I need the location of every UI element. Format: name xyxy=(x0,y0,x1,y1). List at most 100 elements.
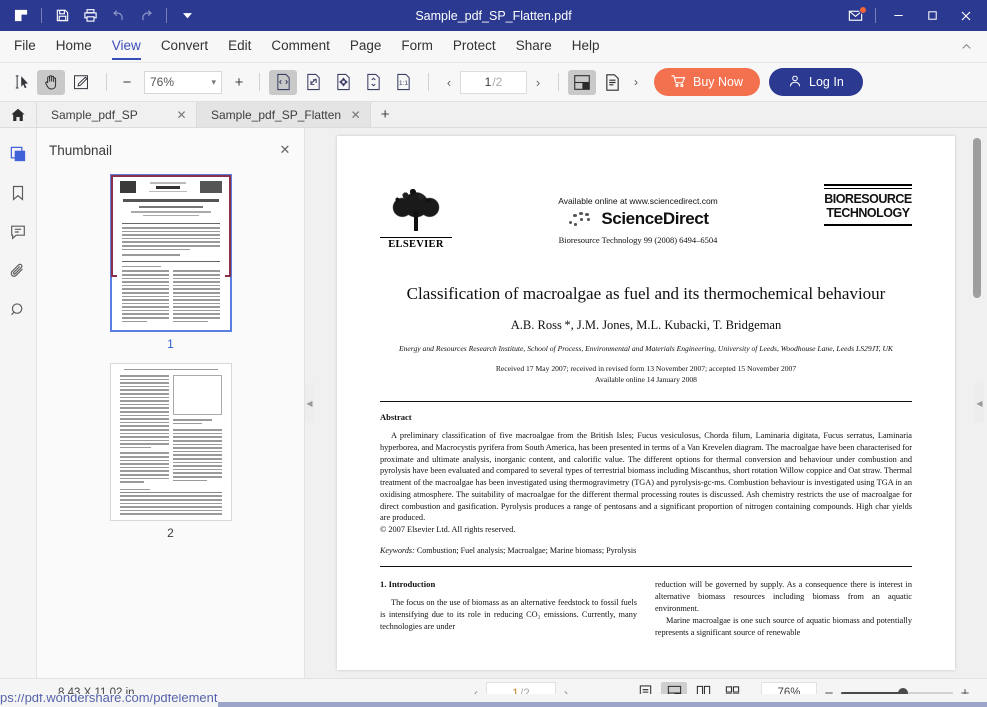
status-next-page-button[interactable]: › xyxy=(556,682,576,704)
fit-visible-icon[interactable] xyxy=(329,70,357,95)
journal-citation: Bioresource Technology 99 (2008) 6494–65… xyxy=(558,235,718,245)
close-icon[interactable]: ✕ xyxy=(173,106,190,123)
menu-comment[interactable]: Comment xyxy=(271,31,330,63)
status-zoom-value[interactable]: 76% xyxy=(761,682,817,704)
maximize-button[interactable] xyxy=(915,0,949,31)
zoom-level-select[interactable]: 76% ▾ xyxy=(144,70,222,94)
grid-view-icon[interactable] xyxy=(719,682,745,705)
article-authors: A.B. Ross *, J.M. Jones, M.L. Kubacki, T… xyxy=(510,318,782,332)
thumbnail-icon[interactable] xyxy=(5,142,31,166)
thumbnail-preview xyxy=(116,181,225,325)
elsevier-label: ELSEVIER xyxy=(380,237,452,250)
window-controls xyxy=(840,0,987,31)
select-text-icon[interactable] xyxy=(10,70,35,95)
single-page-icon[interactable] xyxy=(598,70,626,95)
facing-view-icon[interactable] xyxy=(661,681,687,705)
minimize-button[interactable] xyxy=(881,0,915,31)
buy-now-button[interactable]: Buy Now xyxy=(654,68,761,96)
page-number-input[interactable]: 1 /2 xyxy=(460,70,527,94)
new-tab-button[interactable]: + xyxy=(371,102,399,127)
two-page-view-icon[interactable] xyxy=(690,682,716,705)
print-icon[interactable] xyxy=(77,4,103,28)
article-affiliation: Energy and Resources Research Institute,… xyxy=(398,344,893,353)
mini-title xyxy=(122,199,219,202)
menu-help[interactable]: Help xyxy=(572,31,600,63)
chevron-up-icon[interactable] xyxy=(960,40,973,53)
bioresource-technology-logo: BIORESOURCE TECHNOLOGY xyxy=(823,184,912,226)
status-page-input[interactable]: 1 /2 xyxy=(486,682,556,704)
zoom-in-button[interactable]: + xyxy=(228,71,250,93)
thumbnail-page-1[interactable] xyxy=(109,174,232,332)
journal-name-line1: BIORESOURCE xyxy=(824,192,912,207)
fit-width-icon[interactable] xyxy=(269,69,297,95)
fit-page-icon[interactable] xyxy=(299,70,327,95)
menu-share[interactable]: Share xyxy=(516,31,552,63)
zoom-slider-knob[interactable] xyxy=(898,688,908,698)
mini-authors xyxy=(138,206,203,208)
thumbnail-list[interactable]: 1 2 xyxy=(37,166,304,678)
document-viewer[interactable]: ELSEVIER Available online at www.science… xyxy=(305,128,987,678)
article-received-dates: Received 17 May 2007; received in revise… xyxy=(495,364,797,373)
status-zoom-in-button[interactable]: + xyxy=(953,682,977,704)
menu-protect[interactable]: Protect xyxy=(453,31,496,63)
document-tab-bar: Sample_pdf_SP ✕ Sample_pdf_SP_Flatten ✕ … xyxy=(0,102,987,128)
menu-home[interactable]: Home xyxy=(56,31,92,63)
status-page-nav: ‹ 1 /2 › 76% − + xyxy=(466,681,987,705)
previous-page-button[interactable]: ‹ xyxy=(438,70,460,94)
save-icon[interactable] xyxy=(49,4,75,28)
sciencedirect-dots-icon xyxy=(567,210,597,228)
keywords-line: Keywords: Combustion; Fuel analysis; Mac… xyxy=(380,546,912,555)
menu-page[interactable]: Page xyxy=(350,31,382,63)
next-page-button[interactable]: › xyxy=(527,70,549,94)
divider xyxy=(41,8,42,23)
journal-name-line2: TECHNOLOGY xyxy=(826,205,910,220)
search-icon[interactable] xyxy=(5,298,31,322)
attachment-icon[interactable] xyxy=(5,259,31,283)
home-icon[interactable] xyxy=(0,102,37,127)
more-view-options-button[interactable]: › xyxy=(628,75,644,89)
menu-convert[interactable]: Convert xyxy=(161,31,208,63)
divider-2 xyxy=(259,73,260,91)
divider xyxy=(380,401,912,402)
menu-file[interactable]: File xyxy=(14,31,36,63)
collapse-right-panel-handle[interactable]: ◀ xyxy=(975,383,984,423)
split-view-icon[interactable] xyxy=(568,69,596,95)
actual-size-icon[interactable]: 1:1 xyxy=(389,70,417,95)
edit-annotate-icon[interactable] xyxy=(67,70,95,95)
status-previous-page-button[interactable]: ‹ xyxy=(466,682,486,704)
close-icon[interactable]: ✕ xyxy=(347,106,364,123)
menu-form[interactable]: Form xyxy=(401,31,433,63)
undo-icon[interactable] xyxy=(105,4,131,28)
hand-icon[interactable] xyxy=(37,69,65,95)
thumbnail-page-2[interactable] xyxy=(109,363,232,521)
user-icon xyxy=(788,74,802,91)
log-in-button[interactable]: Log In xyxy=(769,68,863,96)
menu-edit[interactable]: Edit xyxy=(228,31,251,63)
divider-2 xyxy=(380,566,912,568)
collapse-left-panel-handle[interactable]: ◀ xyxy=(305,383,314,423)
menu-bar: File Home View Convert Edit Comment Page… xyxy=(0,31,987,63)
column-left: 1. Introduction The focus on the use of … xyxy=(380,579,637,639)
bookmark-icon[interactable] xyxy=(5,181,31,205)
thumbnail-item-2[interactable]: 2 xyxy=(37,363,304,540)
sciencedirect-label: ScienceDirect xyxy=(601,209,709,228)
redo-icon[interactable] xyxy=(133,4,159,28)
notifications-envelope-icon[interactable] xyxy=(840,0,870,31)
close-button[interactable] xyxy=(949,0,983,31)
menu-view[interactable]: View xyxy=(111,31,141,63)
fit-height-icon[interactable] xyxy=(359,70,387,95)
app-logo-icon[interactable] xyxy=(8,4,34,28)
tab-sample-pdf-sp-flatten[interactable]: Sample_pdf_SP_Flatten ✕ xyxy=(197,102,372,127)
close-icon[interactable]: ✕ xyxy=(276,141,294,159)
status-zoom-out-button[interactable]: − xyxy=(817,682,841,704)
mini-elsevier-logo xyxy=(119,181,136,193)
scrollbar-thumb[interactable] xyxy=(973,138,981,298)
zoom-out-button[interactable]: − xyxy=(116,71,138,93)
comment-icon[interactable] xyxy=(5,220,31,244)
tab-sample-pdf-sp[interactable]: Sample_pdf_SP ✕ xyxy=(37,102,197,127)
customize-dropdown-icon[interactable] xyxy=(174,4,200,28)
thumbnail-item-1[interactable]: 1 xyxy=(37,174,304,351)
zoom-slider[interactable] xyxy=(841,682,953,704)
continuous-view-icon[interactable] xyxy=(632,682,658,705)
section-heading-introduction: 1. Introduction xyxy=(380,579,436,590)
